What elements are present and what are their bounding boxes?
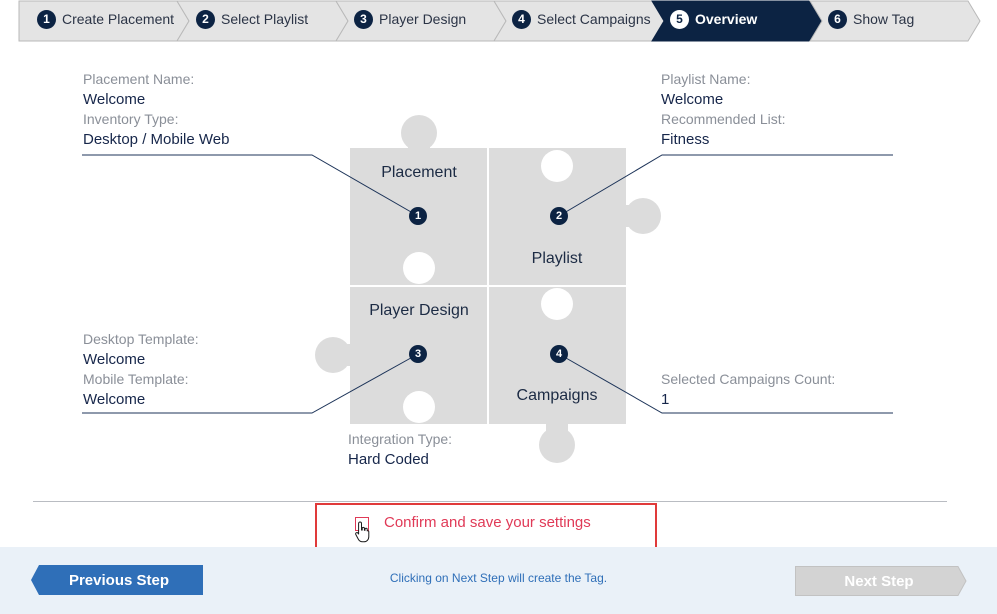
placement-name-label: Placement Name: [83,71,195,87]
piece-badge-4: 4 [550,345,568,363]
piece-title-placement: Placement [381,164,457,181]
mobile-template-value: Welcome [83,391,146,408]
campaigns-count-value: 1 [661,391,670,408]
recommended-list-label: Recommended List: [661,111,786,127]
playlist-name-label: Playlist Name: [661,71,751,87]
hand-pointer-icon [355,521,370,543]
piece-title-campaigns: Campaigns [516,387,598,404]
recommended-list-value: Fitness [661,131,710,148]
confirm-settings-box[interactable]: Confirm and save your settings [315,503,657,551]
inventory-type-value: Desktop / Mobile Web [83,131,230,148]
confirm-settings-label[interactable]: Confirm and save your settings [384,514,591,531]
mobile-template-label: Mobile Template: [83,371,189,387]
piece-title-playlist: Playlist [531,250,583,267]
piece-badge-3: 3 [409,345,427,363]
desktop-template-value: Welcome [83,351,146,368]
wizard-footer: Previous Step Clicking on Next Step will… [0,547,997,614]
integration-type-label: Integration Type: [348,431,453,447]
inventory-type-label: Inventory Type: [83,111,179,127]
campaigns-count-label: Selected Campaigns Count: [661,371,836,387]
next-step-label: Next Step [844,572,914,590]
piece-badge-2: 2 [550,207,568,225]
next-step-button[interactable]: Next Step [795,566,967,596]
integration-type-value: Hard Coded [348,451,429,468]
placement-name-value: Welcome [83,91,146,108]
section-divider [33,501,947,502]
playlist-name-value: Welcome [661,91,724,108]
piece-title-player-design: Player Design [369,302,469,319]
desktop-template-label: Desktop Template: [83,331,199,347]
piece-badge-1: 1 [409,207,427,225]
